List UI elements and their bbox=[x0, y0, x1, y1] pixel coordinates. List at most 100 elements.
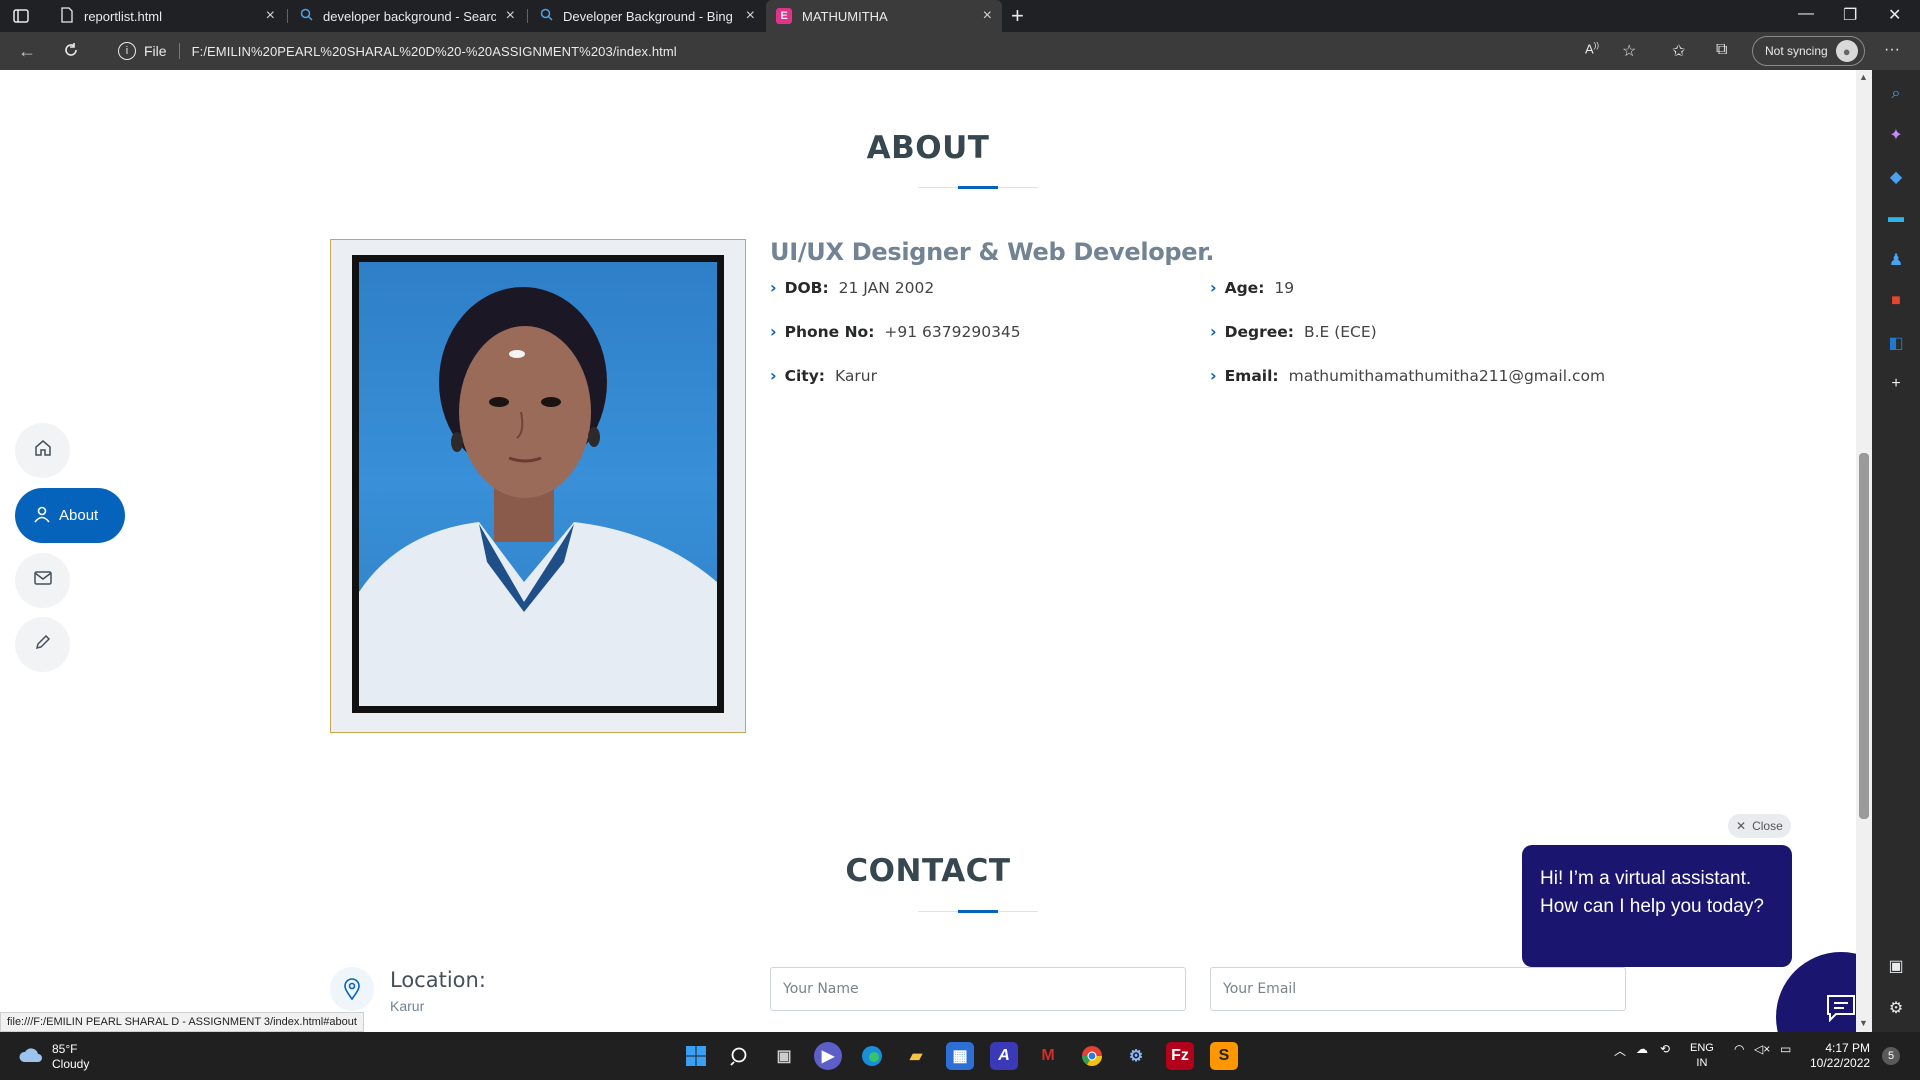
favorites-icon[interactable]: ✩ bbox=[1672, 41, 1685, 61]
assistant-close-button[interactable]: ✕ Close bbox=[1728, 814, 1791, 838]
games-icon[interactable]: ♟ bbox=[1886, 250, 1906, 270]
divider-accent bbox=[958, 910, 998, 913]
assistant-message[interactable]: Hi! I’m a virtual assistant. How can I h… bbox=[1522, 845, 1792, 967]
tab-title: MATHUMITHA bbox=[802, 8, 888, 24]
divider-accent bbox=[958, 186, 998, 189]
tab-developer-search[interactable]: developer background - Search × bbox=[290, 0, 525, 32]
volume-icon[interactable]: ◁× bbox=[1754, 1042, 1770, 1056]
about-heading: ABOUT bbox=[866, 130, 990, 166]
tools-icon[interactable]: ▬ bbox=[1886, 208, 1906, 228]
chat-icon bbox=[1826, 994, 1856, 1027]
site-logo-icon: E bbox=[776, 8, 792, 24]
close-icon[interactable]: × bbox=[266, 7, 275, 25]
store-icon[interactable]: ▦ bbox=[946, 1042, 974, 1070]
sparkle-icon[interactable]: ✦ bbox=[1886, 125, 1906, 145]
tab-reportlist[interactable]: reportlist.html × bbox=[50, 0, 285, 32]
collections-icon[interactable]: ⧉ bbox=[1716, 41, 1727, 59]
nav-about-button[interactable]: About bbox=[15, 488, 125, 543]
notification-badge[interactable]: 5 bbox=[1882, 1047, 1900, 1065]
shopping-tag-icon[interactable]: ◆ bbox=[1886, 167, 1906, 187]
sync-label: Not syncing bbox=[1765, 44, 1828, 58]
minimize-icon[interactable]: — bbox=[1798, 5, 1814, 23]
location-title: Location: bbox=[390, 968, 486, 992]
home-icon bbox=[34, 439, 52, 462]
add-icon[interactable]: + bbox=[1886, 374, 1906, 394]
office-icon[interactable]: ■ bbox=[1886, 291, 1906, 311]
nav-home-button[interactable] bbox=[15, 423, 70, 478]
sidebar-layout-icon[interactable]: ▣ bbox=[1886, 956, 1906, 976]
weather-condition: Cloudy bbox=[52, 1057, 90, 1071]
detail-dob: › DOB: 21 JAN 2002 bbox=[770, 278, 935, 297]
address-bar: ← i File F:/EMILIN%20PEARL%20SHARAL%20D%… bbox=[0, 32, 1920, 70]
back-icon[interactable]: ← bbox=[18, 41, 36, 62]
chevron-right-icon: › bbox=[770, 322, 777, 341]
chrome-icon[interactable] bbox=[1078, 1042, 1106, 1070]
role-title: UI/UX Designer & Web Developer. bbox=[770, 238, 1215, 266]
omnibox[interactable]: i File F:/EMILIN%20PEARL%20SHARAL%20D%20… bbox=[106, 36, 1656, 66]
mcafee-icon[interactable]: M bbox=[1034, 1042, 1062, 1070]
info-icon[interactable]: i bbox=[118, 42, 136, 60]
email-input[interactable] bbox=[1210, 967, 1626, 1011]
sync-icon[interactable]: ⟲ bbox=[1660, 1042, 1670, 1056]
browser-tab-bar: reportlist.html × developer background -… bbox=[0, 0, 1920, 32]
add-favorite-icon[interactable]: ☆ bbox=[1622, 41, 1636, 61]
new-tab-button[interactable]: + bbox=[1011, 3, 1024, 29]
clock[interactable]: 4:17 PM 10/22/2022 bbox=[1810, 1041, 1870, 1071]
refresh-icon[interactable] bbox=[62, 41, 80, 64]
chevron-right-icon: › bbox=[770, 278, 777, 297]
filezilla-icon[interactable]: Fz bbox=[1166, 1042, 1194, 1070]
mail-icon bbox=[33, 571, 52, 590]
pencil-icon bbox=[35, 634, 51, 655]
chevron-right-icon: › bbox=[770, 366, 777, 385]
sublime-icon[interactable]: S bbox=[1210, 1042, 1238, 1070]
detail-email: › Email: mathumithamathumitha211@gmail.c… bbox=[1210, 366, 1606, 385]
tab-actions-icon[interactable] bbox=[12, 7, 30, 25]
windows-start-icon[interactable] bbox=[682, 1042, 710, 1070]
tab-title: developer background - Search bbox=[323, 8, 496, 24]
url-text[interactable]: F:/EMILIN%20PEARL%20SHARAL%20D%20-%20ASS… bbox=[192, 44, 677, 59]
detail-phone: › Phone No: +91 6379290345 bbox=[770, 322, 1021, 341]
chat-app-icon[interactable]: ▶ bbox=[814, 1042, 842, 1070]
language-indicator[interactable]: ENG IN bbox=[1690, 1041, 1714, 1071]
profile-photo bbox=[330, 239, 746, 733]
user-icon bbox=[33, 505, 51, 527]
task-view-icon[interactable]: ▣ bbox=[770, 1042, 798, 1070]
gear-icon[interactable]: ⚙ bbox=[1886, 998, 1906, 1018]
name-input[interactable] bbox=[770, 967, 1186, 1011]
onedrive-icon[interactable]: ☁ bbox=[1636, 1042, 1648, 1056]
file-explorer-icon[interactable]: ▰ bbox=[902, 1042, 930, 1070]
close-icon[interactable]: × bbox=[983, 7, 992, 25]
tab-mathumitha[interactable]: E MATHUMITHA × bbox=[766, 0, 1002, 32]
weather-temp: 85°F bbox=[52, 1042, 78, 1056]
detail-city: › City: Karur bbox=[770, 366, 877, 385]
tab-title: reportlist.html bbox=[84, 8, 163, 24]
nav-edit-button[interactable] bbox=[15, 617, 70, 672]
outlook-icon[interactable]: ◧ bbox=[1886, 333, 1906, 353]
close-icon[interactable]: × bbox=[746, 7, 755, 25]
page-scrollbar[interactable]: ▲ ▼ bbox=[1856, 70, 1872, 1032]
close-window-icon[interactable]: ✕ bbox=[1888, 5, 1901, 25]
wifi-icon[interactable]: ◠ bbox=[1734, 1042, 1744, 1056]
chevron-right-icon: › bbox=[1210, 322, 1217, 341]
vscode-like-icon[interactable]: A bbox=[990, 1042, 1018, 1070]
more-icon[interactable]: ··· bbox=[1884, 41, 1900, 59]
nav-contact-button[interactable] bbox=[15, 553, 70, 608]
url-scheme-label: File bbox=[144, 43, 167, 59]
edge-sidebar: ⌕ ✦ ◆ ▬ ♟ ■ ◧ + ▣ ⚙ bbox=[1872, 70, 1920, 1032]
sync-button[interactable]: Not syncing ● bbox=[1752, 36, 1865, 66]
edge-browser-icon[interactable] bbox=[858, 1042, 886, 1070]
read-aloud-icon[interactable]: A)) bbox=[1585, 41, 1599, 56]
search-icon[interactable]: ⌕ bbox=[1886, 84, 1906, 104]
avatar: ● bbox=[1835, 40, 1858, 62]
network-tool-icon[interactable]: ⚙ bbox=[1122, 1042, 1150, 1070]
chevron-right-icon: › bbox=[1210, 366, 1217, 385]
chevron-up-icon[interactable]: ︿ bbox=[1614, 1042, 1626, 1059]
weather-widget[interactable]: 85°F Cloudy bbox=[18, 1042, 89, 1072]
tab-bing-images[interactable]: Developer Background - Bing im × bbox=[530, 0, 765, 32]
close-icon[interactable]: × bbox=[506, 7, 515, 25]
search-icon[interactable] bbox=[726, 1042, 754, 1070]
battery-icon[interactable]: ▭ bbox=[1780, 1042, 1791, 1056]
restore-icon[interactable]: ❐ bbox=[1843, 5, 1857, 25]
scrollbar-thumb[interactable] bbox=[1859, 453, 1869, 819]
detail-degree: › Degree: B.E (ECE) bbox=[1210, 322, 1377, 341]
